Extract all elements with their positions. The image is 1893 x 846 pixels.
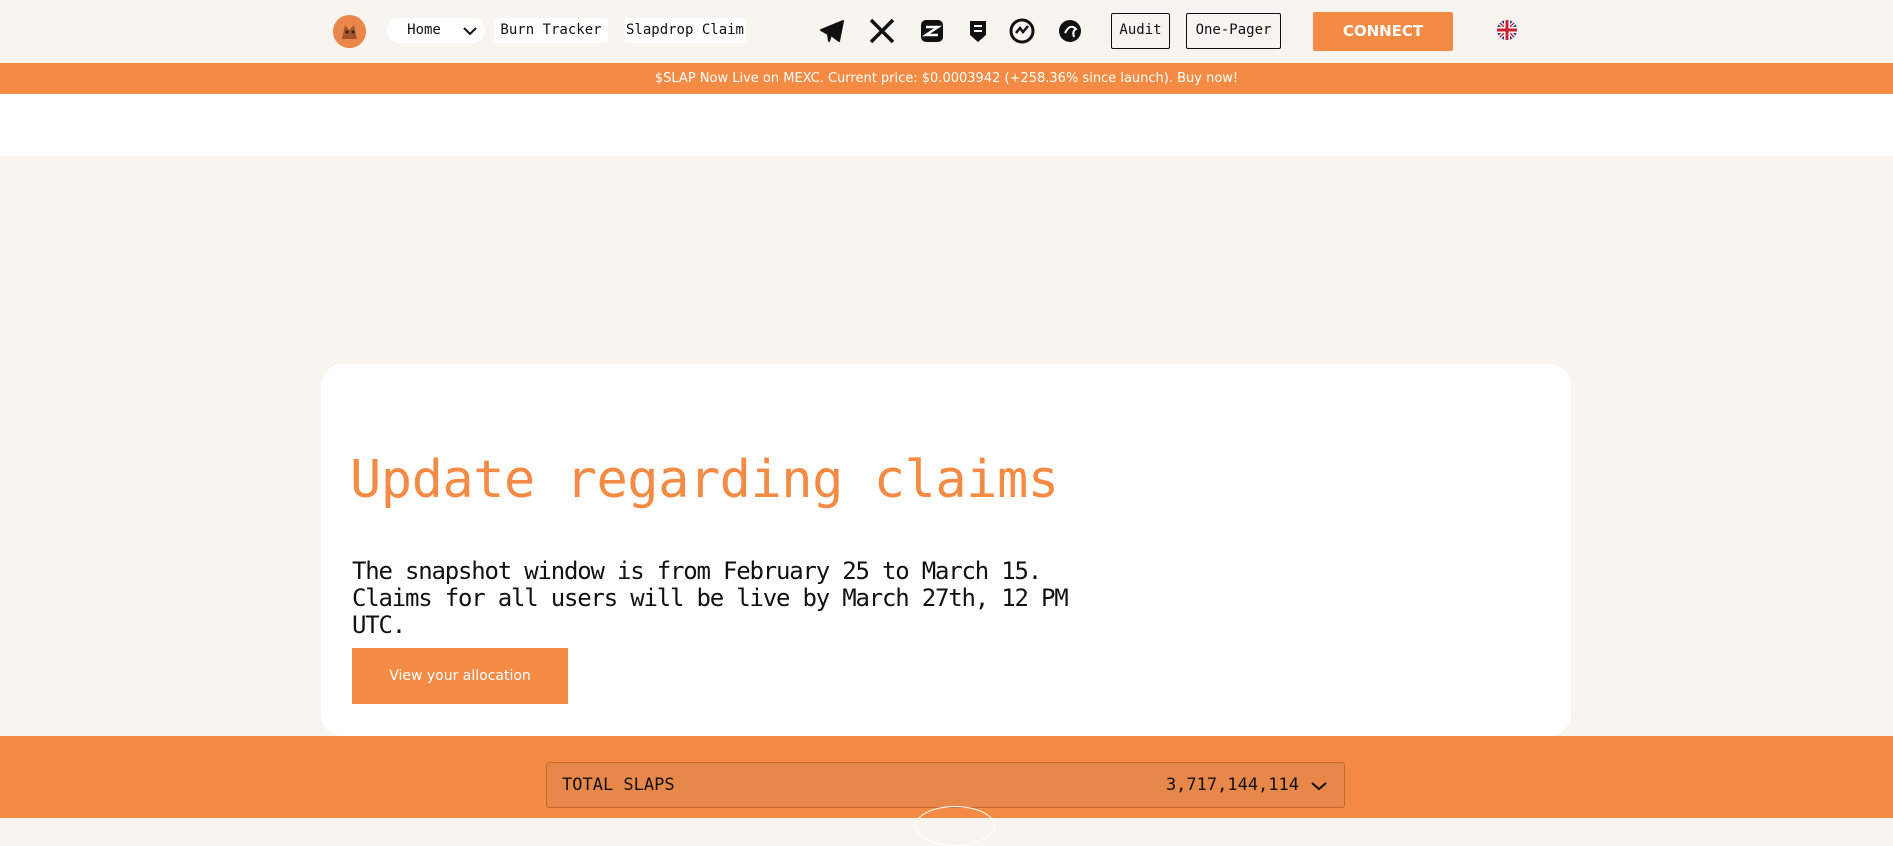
coinmarketcap-icon[interactable]	[918, 17, 946, 45]
card-title: Update regarding claims	[350, 450, 1059, 510]
home-dropdown[interactable]: Home	[387, 18, 485, 43]
price-banner[interactable]: $SLAP Now Live on MEXC. Current price: $…	[0, 63, 1893, 94]
spacer-strip	[0, 94, 1893, 156]
connect-button[interactable]: CONNECT	[1313, 12, 1453, 51]
telegram-icon[interactable]	[818, 17, 846, 45]
total-slaps-label: TOTAL SLAPS	[562, 775, 675, 795]
burn-tracker-link[interactable]: Burn Tracker	[494, 18, 608, 43]
total-slaps-dropdown[interactable]: TOTAL SLAPS 3,717,144,114	[546, 762, 1345, 808]
uk-flag-icon[interactable]	[1497, 20, 1517, 40]
decorative-circle	[915, 806, 995, 846]
coingecko-style-icon[interactable]	[1008, 17, 1036, 45]
chevron-down-icon	[463, 18, 477, 52]
total-slaps-value: 3,717,144,114	[1165, 775, 1299, 795]
card-description: The snapshot window is from February 25 …	[352, 557, 1069, 639]
top-navigation: Home Burn Tracker Slapdrop Claim Audit O…	[0, 0, 1893, 63]
audit-button[interactable]: Audit	[1111, 13, 1170, 49]
logo-icon[interactable]	[333, 15, 366, 48]
home-label: Home	[407, 22, 441, 38]
x-icon[interactable]	[868, 17, 896, 45]
one-pager-button[interactable]: One-Pager	[1186, 13, 1281, 49]
view-allocation-button[interactable]: View your allocation	[352, 648, 568, 704]
dragon-icon[interactable]	[1056, 17, 1084, 45]
chevron-down-icon	[1310, 777, 1328, 795]
slapdrop-claim-link[interactable]: Slapdrop Claim	[624, 18, 746, 43]
certik-icon[interactable]	[964, 17, 992, 45]
